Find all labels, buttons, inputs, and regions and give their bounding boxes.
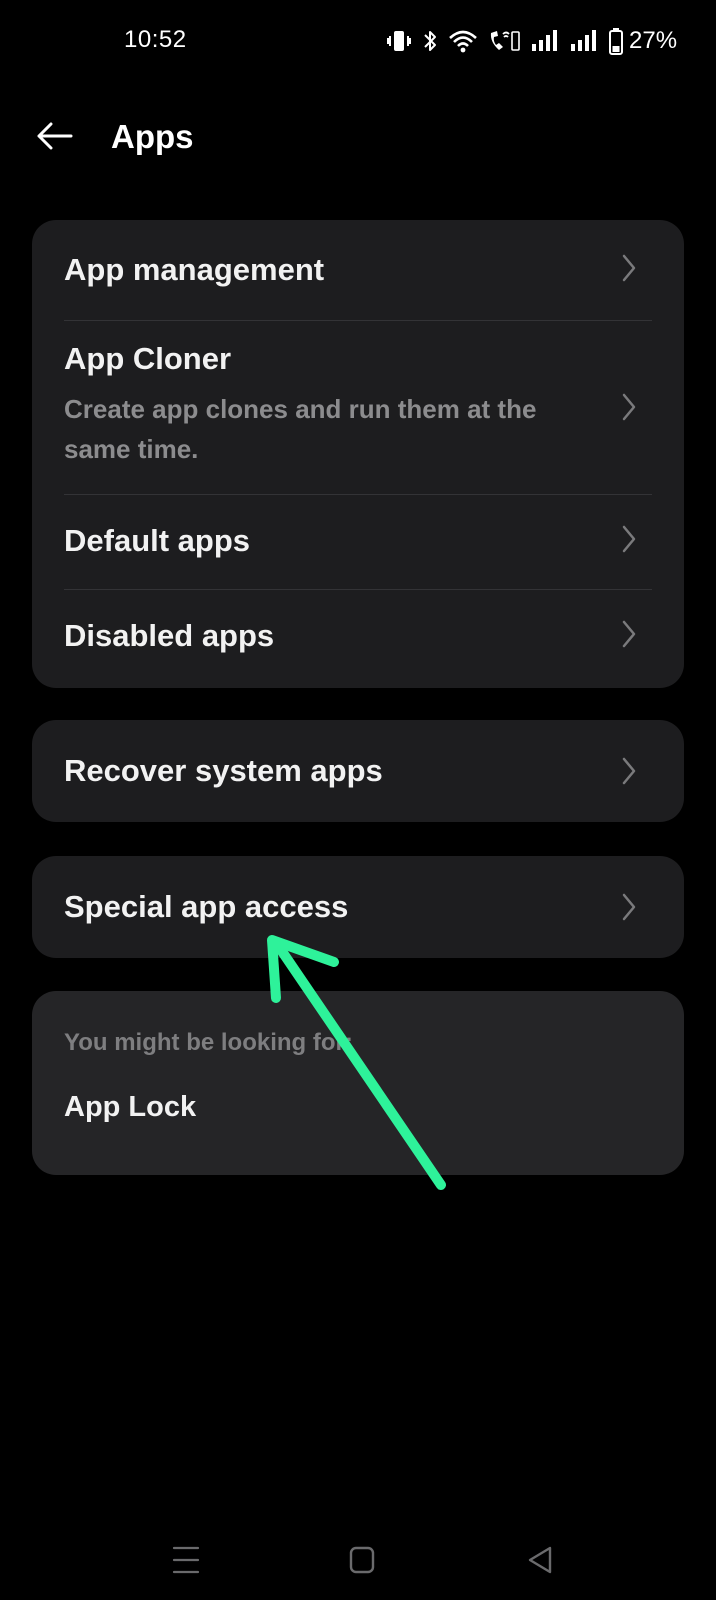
chevron-right-icon	[622, 757, 636, 785]
chevron-right-icon	[622, 525, 636, 553]
back-button[interactable]	[30, 116, 78, 160]
status-bar: 10:52 27%	[0, 0, 716, 84]
signal-2-icon	[569, 29, 599, 53]
recover-system-apps-label: Recover system apps	[64, 753, 383, 788]
page-title: Apps	[111, 118, 194, 155]
default-apps-item[interactable]: Default apps	[32, 495, 684, 589]
vibrate-icon	[386, 28, 412, 54]
special-app-access-item[interactable]: Special app access	[32, 856, 684, 958]
disabled-apps-label: Disabled apps	[64, 618, 275, 653]
recover-system-apps-item[interactable]: Recover system apps	[32, 720, 684, 822]
back-arrow-icon	[35, 121, 73, 156]
chevron-right-icon	[622, 254, 636, 282]
header: Apps	[0, 108, 716, 168]
navigation-bar	[0, 1520, 716, 1592]
status-icons: 27%	[386, 26, 677, 56]
special-app-access-card: Special app access	[32, 856, 684, 958]
volte-call-icon	[487, 28, 521, 54]
wifi-icon	[448, 28, 478, 54]
app-cloner-item[interactable]: App Cloner Create app clones and run the…	[32, 321, 684, 493]
app-cloner-description: Create app clones and run them at the sa…	[64, 394, 537, 464]
signal-1-icon	[530, 29, 560, 53]
chevron-right-icon	[622, 393, 636, 421]
menu-icon[interactable]	[166, 1540, 206, 1580]
chevron-right-icon	[622, 893, 636, 921]
app-lock-suggestion[interactable]: App Lock	[64, 1091, 196, 1124]
battery-percent: 27%	[629, 27, 678, 54]
app-management-item[interactable]: App management	[32, 220, 684, 316]
app-management-label: App management	[64, 252, 325, 287]
default-apps-label: Default apps	[64, 523, 251, 558]
status-time: 10:52	[124, 26, 187, 53]
special-app-access-label: Special app access	[64, 889, 349, 924]
disabled-apps-item[interactable]: Disabled apps	[32, 590, 684, 688]
app-cloner-label: App Cloner	[64, 341, 232, 376]
home-icon[interactable]	[342, 1540, 382, 1580]
suggestions-heading: You might be looking for:	[64, 1029, 353, 1056]
battery-icon	[608, 27, 624, 55]
back-icon[interactable]	[520, 1540, 560, 1580]
apps-settings-card: App management App Cloner Create app clo…	[32, 220, 684, 688]
suggestions-card: You might be looking for: App Lock	[32, 991, 684, 1175]
chevron-right-icon	[622, 620, 636, 648]
recover-system-apps-card: Recover system apps	[32, 720, 684, 822]
bluetooth-icon	[421, 28, 439, 54]
